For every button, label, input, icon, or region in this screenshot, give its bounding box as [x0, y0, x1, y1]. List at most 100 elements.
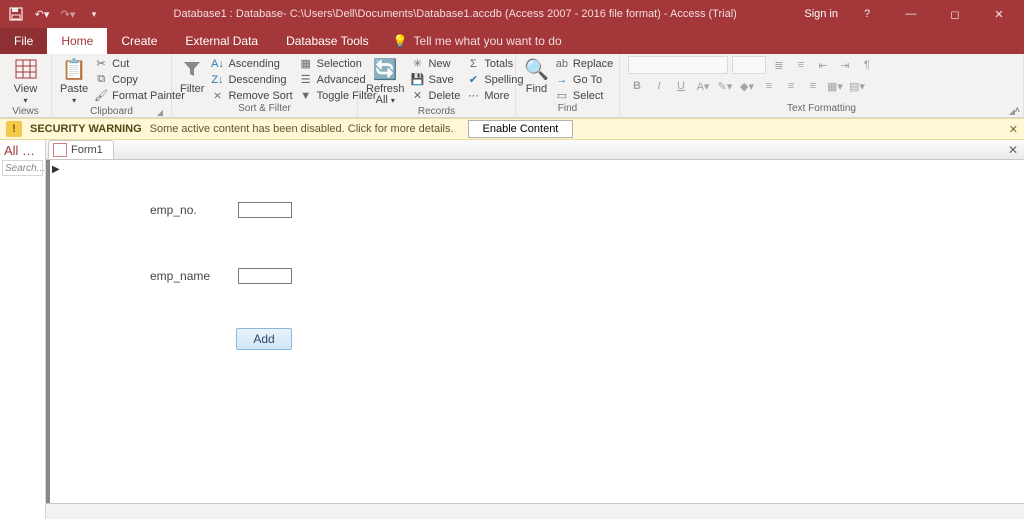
replace-button[interactable]: abReplace [555, 56, 613, 71]
clipboard-dialog-launcher[interactable]: ◢ [157, 108, 163, 117]
filter-label: Filter [180, 84, 204, 95]
tab-file[interactable]: File [0, 28, 47, 54]
find-button[interactable]: 🔍 Find [524, 56, 549, 95]
alt-fill-button[interactable]: ▤▾ [848, 78, 866, 94]
view-button[interactable]: View▾ [8, 56, 43, 106]
align-center-button[interactable]: ≡ [782, 78, 800, 94]
totals-label: Totals [484, 58, 513, 70]
navpane-search-placeholder: Search... [5, 163, 45, 174]
sort-ascending-button[interactable]: A↓ Ascending [210, 56, 292, 71]
tab-create[interactable]: Create [107, 28, 171, 54]
security-close-icon[interactable]: ✕ [1009, 123, 1018, 136]
navpane-header[interactable]: All … [0, 140, 45, 158]
warning-icon: ! [6, 121, 22, 137]
new-label: New [429, 58, 451, 70]
new-record-button[interactable]: ✳New [411, 56, 461, 71]
tab-database-tools[interactable]: Database Tools [272, 28, 383, 54]
collapse-ribbon-icon[interactable]: ˄ [1015, 105, 1020, 115]
font-color-button[interactable]: A▾ [694, 78, 712, 94]
window-title: Database1 : Database- C:\Users\Dell\Docu… [106, 8, 804, 20]
tell-me-label: Tell me what you want to do [414, 34, 562, 48]
minimize-button[interactable]: — [896, 8, 926, 20]
indent-increase-icon[interactable]: ⇥ [836, 57, 854, 73]
refresh-all-button[interactable]: 🔄 Refresh All ▾ [366, 56, 405, 106]
align-left-button[interactable]: ≡ [760, 78, 778, 94]
sort-descending-button[interactable]: Z↓Descending [210, 72, 292, 87]
underline-button[interactable]: U [672, 78, 690, 94]
select-button[interactable]: ▭Select [555, 88, 613, 103]
remove-sort-button[interactable]: ⨯Remove Sort [210, 88, 292, 103]
totals-button[interactable]: Σ Totals [466, 56, 523, 71]
security-warning-bar: ! SECURITY WARNING Some active content h… [0, 118, 1024, 140]
selection-icon: ▦ [299, 57, 313, 70]
desc-label: Descending [228, 74, 286, 86]
ribbon-tabstrip: File Home Create External Data Database … [0, 28, 1024, 54]
save-icon[interactable] [4, 3, 28, 25]
emp-name-input[interactable] [238, 268, 292, 284]
numbering-icon[interactable]: ≡ [792, 57, 810, 73]
qat-customize-icon[interactable]: ▾ [82, 3, 106, 25]
document-close-icon[interactable]: ✕ [1008, 143, 1018, 157]
close-button[interactable]: ✕ [984, 8, 1014, 21]
tab-home[interactable]: Home [47, 28, 107, 54]
gridlines-button[interactable]: ▦▾ [826, 78, 844, 94]
group-clipboard-label: Clipboard [90, 106, 133, 117]
copy-label: Copy [112, 74, 138, 86]
enable-content-button[interactable]: Enable Content [468, 120, 574, 138]
form-canvas: ▶ emp_no. emp_name Add [46, 160, 1024, 503]
brush-icon: 🖌 [94, 89, 108, 102]
sigma-icon: Σ [466, 58, 480, 70]
refresh-label: Refresh All [366, 83, 405, 106]
undo-icon[interactable]: ↶▾ [30, 3, 54, 25]
redo-icon[interactable]: ↷▾ [56, 3, 80, 25]
sort-asc-icon: A↓ [210, 58, 224, 70]
cut-label: Cut [112, 58, 129, 70]
document-tab-form1[interactable]: Form1 [48, 140, 114, 159]
spelling-button[interactable]: ✔Spelling [466, 72, 523, 87]
add-button[interactable]: Add [236, 328, 292, 350]
more-button[interactable]: ⋯More [466, 88, 523, 103]
save-record-button[interactable]: 💾 Save [411, 72, 461, 87]
lightbulb-icon: 💡 [393, 34, 408, 48]
goto-button[interactable]: →Go To [555, 72, 613, 87]
highlight-button[interactable]: ✎▾ [716, 78, 734, 94]
help-icon[interactable]: ? [852, 8, 882, 20]
magnifier-icon: 🔍 [524, 56, 549, 82]
paste-button[interactable]: 📋 Paste▾ [60, 56, 88, 106]
maximize-button[interactable]: ◻ [940, 8, 970, 21]
save-label: Save [429, 74, 454, 86]
fill-color-button[interactable]: ◆▾ [738, 78, 756, 94]
italic-button[interactable]: I [650, 78, 668, 94]
align-right-button[interactable]: ≡ [804, 78, 822, 94]
tab-external-data[interactable]: External Data [171, 28, 272, 54]
navpane-search[interactable]: Search... 🔍 [2, 160, 43, 176]
bullets-icon[interactable]: ≣ [770, 57, 788, 73]
asc-label: Ascending [228, 58, 279, 70]
indent-decrease-icon[interactable]: ⇤ [814, 57, 832, 73]
delete-label: Delete [429, 90, 461, 102]
goto-icon: → [555, 74, 569, 86]
emp-no-input[interactable] [238, 202, 292, 218]
security-message[interactable]: Some active content has been disabled. C… [150, 123, 454, 135]
replace-icon: ab [555, 58, 569, 70]
ribbon: View▾ Views 📋 Paste▾ ✂Cut ⧉Copy 🖌Format … [0, 54, 1024, 118]
font-size-combo[interactable] [732, 56, 766, 74]
delete-record-button[interactable]: ✕Delete [411, 88, 461, 103]
select-icon: ▭ [555, 89, 569, 102]
save-record-icon: 💾 [411, 73, 425, 86]
sign-in-link[interactable]: Sign in [804, 8, 838, 20]
navigation-pane: All … Search... 🔍 [0, 140, 46, 519]
font-name-combo[interactable] [628, 56, 728, 74]
document-area: Form1 ✕ ▶ emp_no. emp_name Add [46, 140, 1024, 519]
group-views-label: Views [8, 106, 43, 118]
tell-me[interactable]: 💡 Tell me what you want to do [383, 28, 572, 54]
record-selector-icon[interactable]: ▶ [52, 164, 60, 175]
find-label: Find [526, 84, 547, 95]
bold-button[interactable]: B [628, 78, 646, 94]
group-find-label: Find [524, 103, 611, 117]
horizontal-scrollbar[interactable] [46, 503, 1024, 519]
refresh-icon: 🔄 [373, 56, 398, 82]
text-direction-icon[interactable]: ¶ [858, 57, 876, 73]
filter-button[interactable]: Filter [180, 56, 204, 95]
scissors-icon: ✂ [94, 57, 108, 70]
